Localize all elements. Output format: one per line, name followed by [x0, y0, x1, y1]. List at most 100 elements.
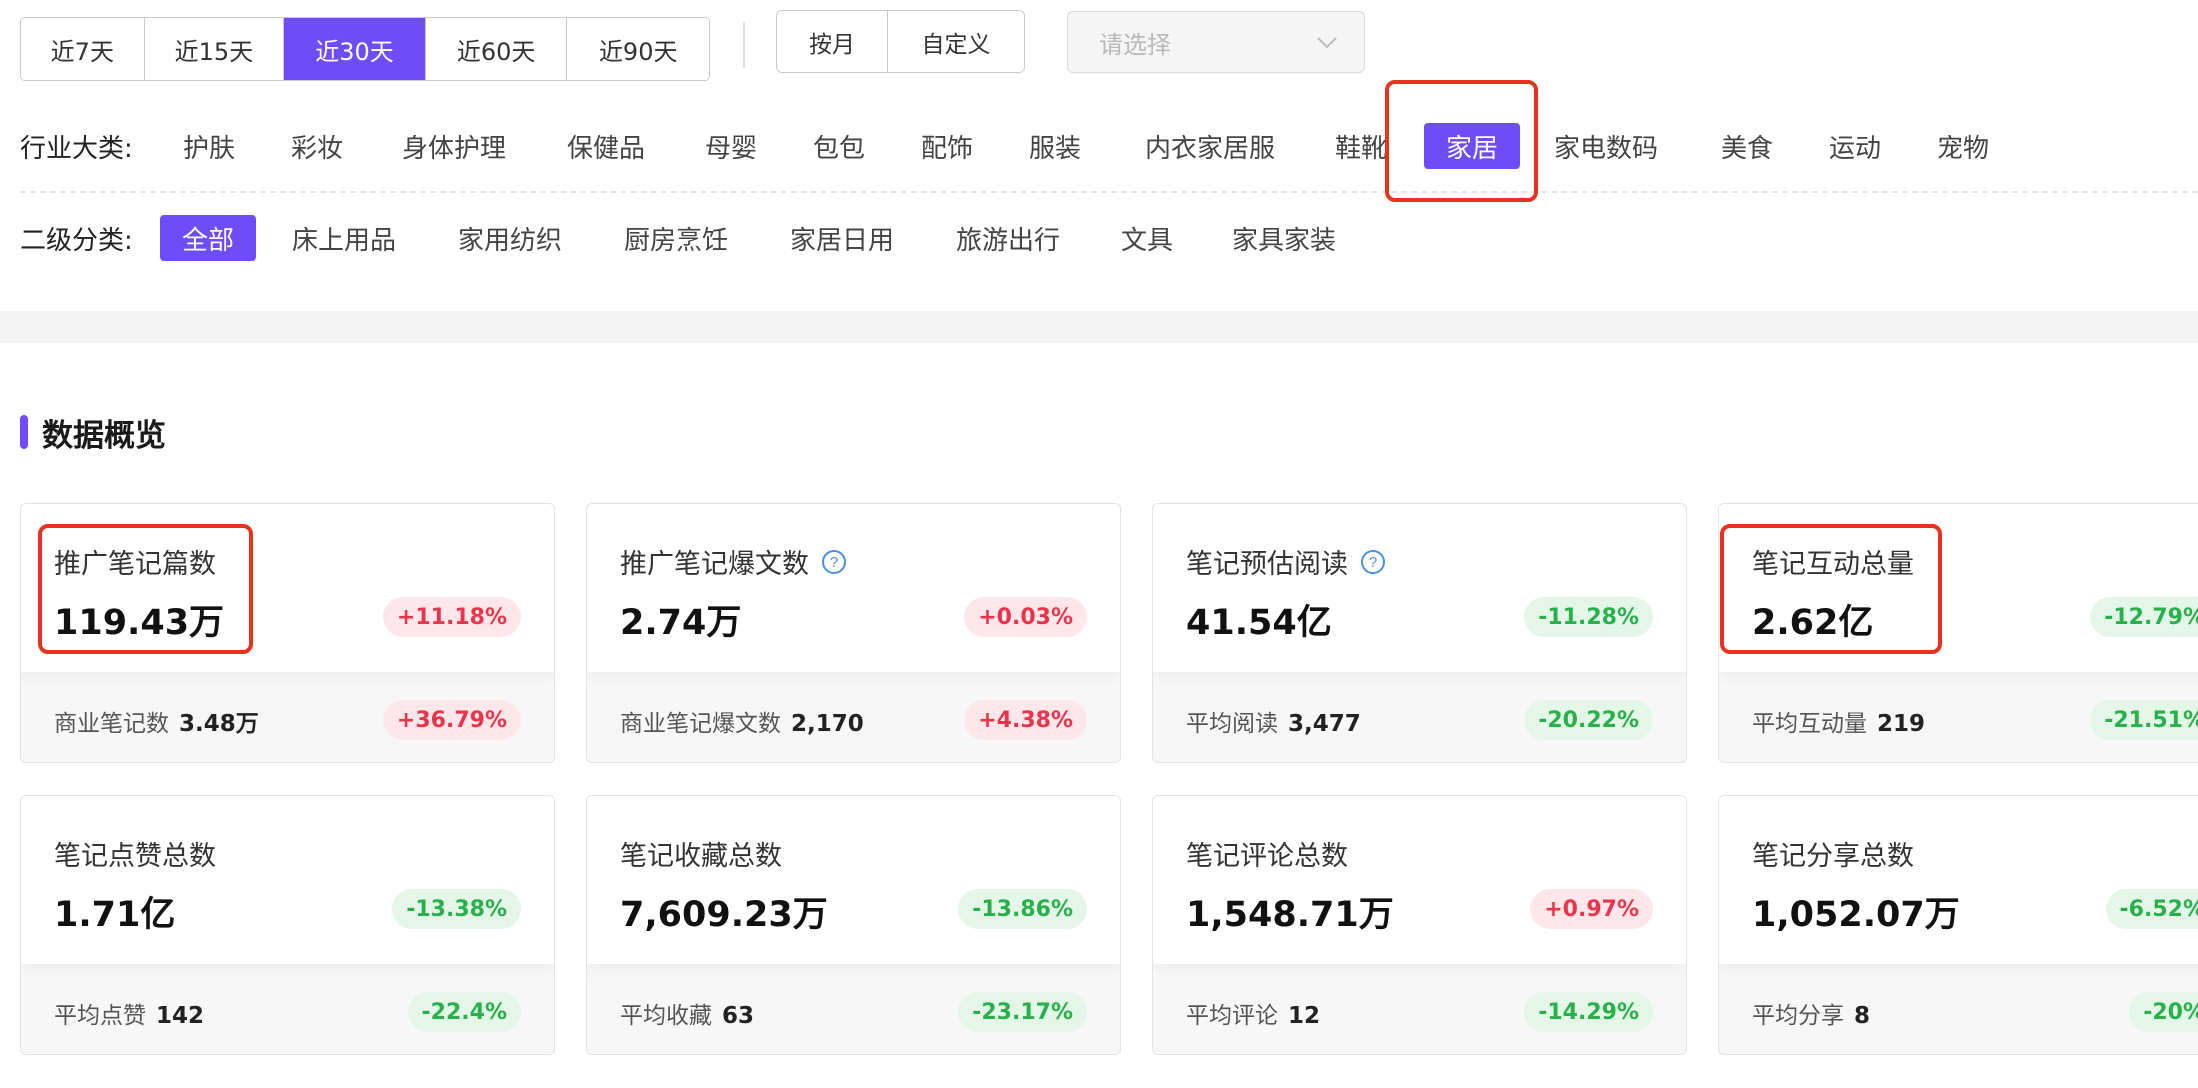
section-separator — [0, 311, 2198, 343]
industry-item[interactable]: 身体护理 — [398, 120, 510, 172]
industry-item[interactable]: 母婴 — [702, 120, 760, 172]
industry-item[interactable]: 服装 — [1026, 120, 1084, 172]
subcategory-item[interactable]: 家用纺织 — [454, 212, 566, 264]
time-range-60d[interactable]: 近60天 — [425, 18, 568, 80]
industry-item[interactable]: 护肤 — [180, 120, 238, 172]
metric-card: 推广笔记爆文数? 2.74万 +0.03% 商业笔记爆文数 2,170 +4.38% — [586, 503, 1121, 763]
metric-title: 笔记评论总数 — [1186, 834, 1348, 873]
industry-item[interactable]: 保健品 — [564, 120, 648, 172]
metric-title: 笔记分享总数 — [1752, 834, 1914, 873]
metric-sub-label-text: 平均互动量 — [1752, 711, 1867, 737]
metric-title: 笔记预估阅读? — [1186, 542, 1386, 581]
metric-title-text: 笔记预估阅读 — [1186, 549, 1348, 580]
metric-sub-label-text: 商业笔记爆文数 — [620, 711, 781, 737]
subcategory-item[interactable]: 床上用品 — [288, 212, 400, 264]
industry-item[interactable]: 运动 — [1826, 120, 1884, 172]
help-icon[interactable]: ? — [1360, 549, 1386, 575]
metric-title-text: 笔记点赞总数 — [54, 841, 216, 872]
metric-card-top — [587, 504, 1120, 672]
metric-sub-change-badge: -14.29% — [1524, 992, 1653, 1032]
subcategory-item[interactable]: 家居日用 — [786, 212, 898, 264]
metric-sub-change-badge: +36.79% — [382, 700, 521, 740]
metric-value: 41.54亿 — [1186, 603, 1332, 643]
metric-card: 笔记评论总数 1,548.71万 +0.97% 平均评论 12 -14.29% — [1152, 795, 1687, 1055]
metric-card-top — [1153, 796, 1686, 964]
metric-sub-label: 平均收藏 63 — [620, 996, 754, 1030]
metric-sub-label: 商业笔记爆文数 2,170 — [620, 704, 864, 738]
highlight-box-industry — [1385, 80, 1538, 202]
metric-title: 笔记点赞总数 — [54, 834, 216, 873]
metric-sub-label: 平均互动量 219 — [1752, 704, 1925, 738]
time-range-30d[interactable]: 近30天 — [284, 18, 426, 80]
metric-title-text: 推广笔记爆文数 — [620, 549, 809, 580]
industry-item[interactable]: 彩妆 — [288, 120, 346, 172]
metric-title: 笔记收藏总数 — [620, 834, 782, 873]
metric-sub-label: 平均评论 12 — [1186, 996, 1320, 1030]
metric-sub-change-badge: -22.4% — [407, 992, 521, 1032]
time-range-15d[interactable]: 近15天 — [144, 18, 285, 80]
metric-sub-label: 平均分享 8 — [1752, 996, 1870, 1030]
metric-sub-label-text: 平均阅读 — [1186, 711, 1278, 737]
metric-sub-label-text: 平均点赞 — [54, 1003, 146, 1029]
metric-sub-change-badge: -23.17% — [958, 992, 1087, 1032]
metric-value: 7,609.23万 — [620, 895, 828, 935]
metric-sub-value: 8 — [1854, 1003, 1871, 1029]
metric-value: 1,548.71万 — [1186, 895, 1394, 935]
svg-text:?: ? — [1369, 554, 1377, 571]
metric-title: 推广笔记爆文数? — [620, 542, 847, 581]
subcategory-item[interactable]: 家具家装 — [1228, 212, 1340, 264]
industry-item[interactable]: 配饰 — [918, 120, 976, 172]
metric-change-badge: -11.28% — [1524, 597, 1653, 637]
metric-change-badge: -13.86% — [958, 889, 1087, 929]
toolbar-divider — [743, 22, 745, 68]
subcategory-label: 二级分类: — [20, 225, 133, 256]
industry-label: 行业大类: — [20, 133, 133, 164]
metric-sub-label-text: 平均收藏 — [620, 1003, 712, 1029]
metric-sub-value: 142 — [156, 1003, 205, 1029]
metric-sub-change-badge: -20.22% — [1524, 700, 1653, 740]
time-range-7d[interactable]: 近7天 — [21, 18, 145, 80]
highlight-box-card-4 — [1720, 524, 1942, 654]
subcategory-item[interactable]: 全部 — [160, 215, 256, 261]
by-month-button[interactable]: 按月 — [777, 11, 889, 72]
metric-value: 2.74万 — [620, 603, 742, 643]
time-range-90d[interactable]: 近90天 — [567, 18, 709, 80]
subcategory-item[interactable]: 厨房烹饪 — [620, 212, 732, 264]
metric-change-badge: -13.38% — [392, 889, 521, 929]
industry-item[interactable]: 内衣家居服 — [1140, 120, 1280, 172]
industry-item[interactable]: 包包 — [810, 120, 868, 172]
metric-sub-change-badge: +4.38% — [964, 700, 1087, 740]
month-select[interactable]: 请选择 — [1067, 11, 1365, 73]
metric-change-badge: -12.79% — [2090, 597, 2198, 637]
subcategory-item[interactable]: 文具 — [1118, 212, 1176, 264]
metric-sub-label: 平均阅读 3,477 — [1186, 704, 1361, 738]
section-title: 数据概览 — [42, 418, 166, 454]
metric-sub-value: 3.48万 — [179, 711, 259, 737]
metric-sub-value: 63 — [722, 1003, 755, 1029]
help-icon[interactable]: ? — [821, 549, 847, 575]
custom-range-button[interactable]: 自定义 — [888, 11, 1024, 72]
svg-text:?: ? — [830, 554, 838, 571]
period-mode-selector: 按月 自定义 — [776, 10, 1025, 73]
metric-card-top — [1719, 796, 2198, 964]
industry-item[interactable]: 家电数码 — [1550, 120, 1662, 172]
highlight-box-card-1 — [38, 524, 253, 654]
metric-title-text: 笔记收藏总数 — [620, 841, 782, 872]
metric-card: 笔记分享总数 1,052.07万 -6.52% 平均分享 8 -20% — [1718, 795, 2198, 1055]
metric-sub-label: 平均点赞 142 — [54, 996, 204, 1030]
metric-value: 1.71亿 — [54, 895, 176, 935]
metric-sub-value: 3,477 — [1288, 711, 1361, 737]
industry-item[interactable]: 美食 — [1718, 120, 1776, 172]
metric-sub-value: 12 — [1288, 1003, 1321, 1029]
metric-card: 笔记点赞总数 1.71亿 -13.38% 平均点赞 142 -22.4% — [20, 795, 555, 1055]
subcategory-filter: 二级分类: — [20, 212, 133, 264]
metric-card-top — [587, 796, 1120, 964]
metric-sub-label-text: 平均分享 — [1752, 1003, 1844, 1029]
filter-divider — [20, 191, 2198, 193]
metric-card: 笔记预估阅读? 41.54亿 -11.28% 平均阅读 3,477 -20.22% — [1152, 503, 1687, 763]
industry-item[interactable]: 鞋靴 — [1332, 120, 1390, 172]
industry-item[interactable]: 宠物 — [1934, 120, 1992, 172]
metric-sub-change-badge: -21.51% — [2090, 700, 2198, 740]
subcategory-item[interactable]: 旅游出行 — [952, 212, 1064, 264]
metric-sub-change-badge: -20% — [2129, 992, 2198, 1032]
